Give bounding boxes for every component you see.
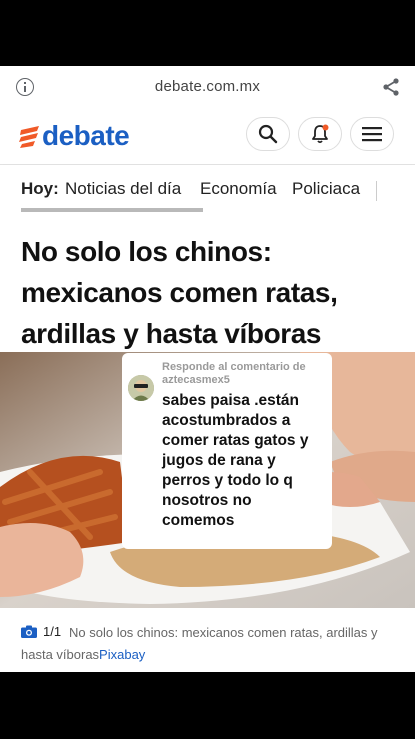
menu-button[interactable] <box>350 117 394 151</box>
reply-username: aztecasmex5 <box>162 374 230 386</box>
status-bar-area <box>0 0 415 66</box>
nav-divider <box>376 181 377 201</box>
bell-icon <box>312 124 329 144</box>
photo-caption: 1/1 No solo los chinos: mexicanos comen … <box>0 608 415 672</box>
navigation-bar-area <box>0 672 415 739</box>
nav-item-noticias[interactable]: Noticias del día <box>65 179 181 199</box>
url-text[interactable]: debate.com.mx <box>0 78 415 95</box>
nav-label-today: Hoy: <box>21 179 59 198</box>
nav-item-policiaca[interactable]: Policiaca <box>292 179 360 199</box>
site-header: debate <box>0 108 415 165</box>
caption-text: No solo los chinos: mexicanos comen rata… <box>21 622 391 666</box>
article-header: No solo los chinos: mexicanos comen rata… <box>0 213 415 352</box>
tiktok-comment-overlay: Responde al comentario de aztecasmex5 sa… <box>122 353 332 549</box>
nav-scroll-indicator <box>21 208 203 212</box>
reply-label: Responde al comentario de <box>162 361 306 373</box>
section-nav: Hoy: Noticias del día Economía Policiaca <box>0 165 415 213</box>
article-headline: No solo los chinos: mexicanos comen rata… <box>21 236 338 349</box>
search-icon <box>258 124 278 144</box>
logo-mark-icon <box>19 126 39 148</box>
logo-text: debate <box>42 120 130 151</box>
photo-credit: Pixabay <box>99 647 146 662</box>
site-logo[interactable]: debate <box>18 120 130 152</box>
avatar-image <box>128 375 154 401</box>
browser-url-bar[interactable]: debate.com.mx <box>0 66 415 109</box>
caption-body: No solo los chinos: mexicanos comen rata… <box>21 625 378 662</box>
notifications-button[interactable] <box>298 117 342 151</box>
avatar <box>128 375 154 401</box>
search-button[interactable] <box>246 117 290 151</box>
comment-text: sabes paisa .están acostumbrados a comer… <box>162 392 309 529</box>
menu-icon <box>362 127 382 142</box>
share-icon[interactable] <box>380 76 402 98</box>
nav-item-economia[interactable]: Economía <box>200 179 277 199</box>
